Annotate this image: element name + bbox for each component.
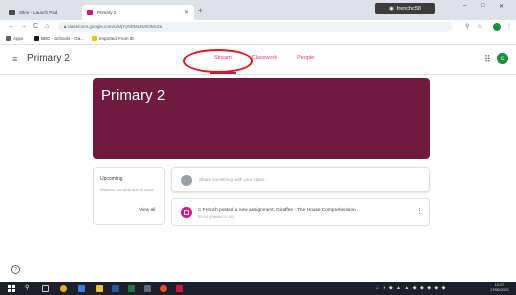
upcoming-title: Upcoming <box>100 176 123 182</box>
account-avatar[interactable]: c <box>497 53 508 64</box>
url-text: classroom.google.com/c/MjYyNDMxNzE0MzZa <box>67 24 163 29</box>
bookmark-star-icon[interactable]: ☆ <box>477 22 482 32</box>
minimize-button[interactable]: – <box>463 3 466 9</box>
upcoming-card: Upcoming Woohoo, no work due in soon! Vi… <box>93 167 165 225</box>
assignment-post[interactable]: C French posted a new assignment: Giraff… <box>171 198 430 226</box>
excel-icon[interactable] <box>128 285 135 292</box>
help-icon[interactable]: ? <box>11 265 20 274</box>
close-tab-icon[interactable]: ✕ <box>184 9 189 16</box>
folder-icon <box>92 36 97 41</box>
app-taskbar-icon-2[interactable] <box>144 285 151 292</box>
post-title: C French posted a new assignment: Giraff… <box>198 208 356 213</box>
clock-date: 17/06/2021 <box>490 288 510 292</box>
profile-icon: ◉ <box>389 5 394 12</box>
share-placeholder: Share something with your class... <box>199 177 268 182</box>
forward-button[interactable]: → <box>20 22 27 32</box>
app-taskbar-icon[interactable] <box>78 285 85 292</box>
new-tab-button[interactable]: + <box>198 5 203 17</box>
bookmark-label: Apps <box>13 36 24 41</box>
chrome-profile-avatar[interactable] <box>493 23 501 31</box>
chrome-red-icon[interactable] <box>160 285 167 292</box>
tab-classwork[interactable]: Classwork <box>252 55 277 61</box>
share-with-class-box[interactable]: Share something with your class... <box>171 167 430 192</box>
profile-indicator[interactable]: ◉ frenchc58 <box>375 3 435 14</box>
apps-grid-icon <box>6 36 11 41</box>
url-field[interactable]: 🔒︎ classroom.google.com/c/MjYyNDMxNzE0Mz… <box>58 22 452 32</box>
google-apps-icon[interactable]: ⠿ <box>484 54 491 64</box>
browser-tab-primary-2[interactable]: Primary 2 ✕ <box>82 5 194 20</box>
upcoming-text: Woohoo, no work due in soon! <box>100 187 154 192</box>
bookmark-imported-from-ie[interactable]: Imported From IE <box>92 36 134 41</box>
browser-tab-strip: Slton - Launch Pad Primary 2 ✕ + ◉ frenc… <box>0 0 516 20</box>
bookmark-apps[interactable]: Apps <box>6 36 23 41</box>
user-avatar <box>181 175 192 186</box>
tab-people[interactable]: People <box>297 55 314 61</box>
screen: Slton - Launch Pad Primary 2 ✕ + ◉ frenc… <box>0 0 516 295</box>
bookmark-bbc-schools[interactable]: BBC - Schools - Ga... <box>34 36 84 41</box>
clock[interactable]: 12:27 17/06/2021 <box>490 283 509 293</box>
bookmark-label: BBC - Schools - Ga... <box>41 36 85 41</box>
main-menu-icon[interactable]: ≡ <box>12 54 17 64</box>
classroom-favicon-icon <box>87 10 93 15</box>
assignment-icon <box>181 207 192 218</box>
search-taskbar-icon[interactable]: ⚲ <box>25 285 32 292</box>
class-title: Primary 2 <box>27 53 70 64</box>
launch-pad-favicon-icon <box>9 10 15 15</box>
home-button[interactable]: ⌂ <box>45 22 49 32</box>
app-taskbar-icon-3[interactable] <box>176 285 183 292</box>
windows-taskbar: ⚲ ⌂ ◑ ◆ ▲ ▲ ◆ ◆ ◆ ◆ ◆ 12:27 17/06/2021 <box>0 282 516 295</box>
bookmark-label: Imported From IE <box>99 36 135 41</box>
chrome-menu-icon[interactable]: ⋮ <box>506 22 512 32</box>
more-options-icon[interactable]: ⋮ <box>416 207 423 217</box>
search-icon[interactable]: ⚲ <box>465 22 469 32</box>
chrome-taskbar-icon[interactable] <box>60 285 67 292</box>
word-icon[interactable] <box>112 285 119 292</box>
bookmarks-bar: Apps BBC - Schools - Ga... Imported From… <box>0 34 516 45</box>
reload-button[interactable]: C <box>33 22 38 32</box>
banner-title: Primary 2 <box>101 87 166 104</box>
tab-title: Primary 2 <box>97 10 117 15</box>
system-tray[interactable]: ⌂ ◑ ◆ ▲ ▲ ◆ ◆ ◆ ◆ ◆ <box>376 285 447 291</box>
back-button[interactable]: ← <box>8 22 15 32</box>
bbc-icon <box>34 36 39 41</box>
file-explorer-icon[interactable] <box>96 285 103 292</box>
address-bar-row: ← → C ⌂ 🔒︎ classroom.google.com/c/MjYyND… <box>0 20 516 34</box>
task-view-icon[interactable] <box>42 285 49 292</box>
classroom-header: ≡ Primary 2 Stream Classwork People <box>0 45 516 75</box>
post-time: 09:44 (Edited 11:18) <box>198 214 234 219</box>
close-window-button[interactable]: ✕ <box>499 3 504 10</box>
windows-start-icon[interactable] <box>8 285 15 292</box>
maximize-button[interactable]: □ <box>481 3 485 9</box>
red-annotation-circle <box>183 49 253 73</box>
view-all-link[interactable]: View all <box>139 208 155 213</box>
class-banner: Primary 2 <box>93 78 430 159</box>
profile-name: frenchc58 <box>396 5 421 12</box>
